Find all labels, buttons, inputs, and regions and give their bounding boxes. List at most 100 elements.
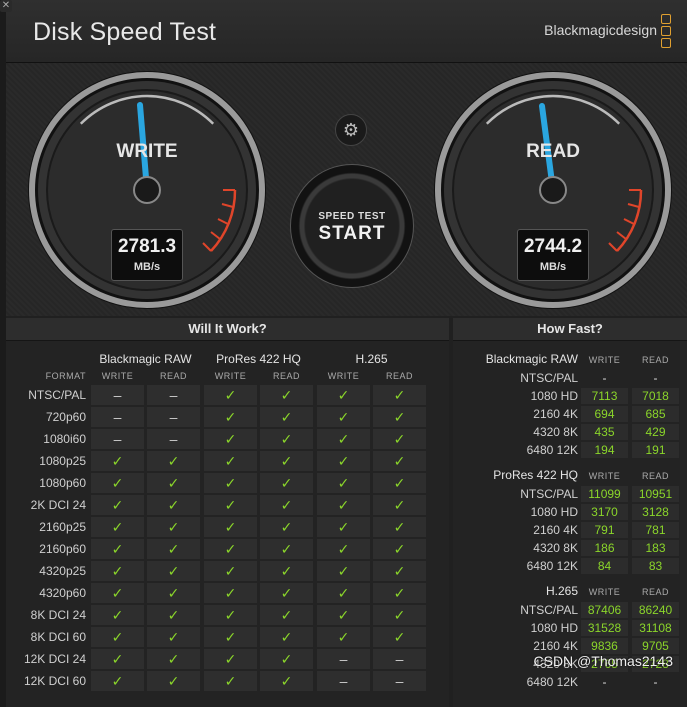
format-label: 2K DCI 24 (30, 498, 86, 512)
app-title: Disk Speed Test (33, 18, 217, 46)
how-fast-format-label: 6480 12K (526, 675, 578, 689)
how-fast-format-label: NTSC/PAL (520, 371, 578, 385)
check-icon: ✓ (91, 473, 144, 493)
check-icon: ✓ (204, 385, 257, 405)
dash-icon: – (91, 407, 144, 427)
how-fast-format-label: 6480 12K (526, 559, 578, 573)
fps-value: 3170 (581, 504, 628, 520)
check-icon: ✓ (317, 517, 370, 537)
write-unit: MB/s (133, 261, 161, 273)
fps-value: 186 (581, 540, 628, 556)
read-readout: 2744.2 MB/s (517, 229, 589, 281)
read-unit: MB/s (539, 261, 567, 273)
check-icon: ✓ (373, 385, 426, 405)
dash-icon: – (373, 649, 426, 669)
how-fast-format-label: 4320 8K (533, 541, 578, 555)
fps-value: 87406 (581, 602, 628, 618)
how-fast-col-label: READ (641, 587, 669, 597)
fps-value: 83 (632, 558, 679, 574)
format-label: 1080p60 (39, 476, 86, 490)
fps-value: 7018 (632, 388, 679, 404)
check-icon: ✓ (260, 451, 313, 471)
check-icon: ✓ (91, 605, 144, 625)
check-icon: ✓ (147, 473, 200, 493)
format-label: 12K DCI 60 (23, 674, 86, 688)
disk-speed-test-window: Disk Speed Test Blackmagicdesign WRITE 2… (6, 0, 687, 707)
how-fast-col-label: WRITE (588, 587, 621, 597)
check-icon: ✓ (204, 451, 257, 471)
check-icon: ✓ (204, 539, 257, 559)
how-fast-format-label: 6480 12K (526, 443, 578, 457)
check-icon: ✓ (147, 539, 200, 559)
check-icon: ✓ (317, 429, 370, 449)
dash-icon: - (602, 371, 607, 385)
format-label: 1080i60 (43, 432, 86, 446)
how-fast-panel: How Fast? Blackmagic RAW WRITE READ NTSC/PA… (453, 318, 687, 707)
dash-icon: – (373, 671, 426, 691)
how-fast-format-label: 4320 8K (533, 425, 578, 439)
check-icon: ✓ (317, 561, 370, 581)
check-icon: ✓ (147, 451, 200, 471)
check-icon: ✓ (373, 583, 426, 603)
fps-value: 435 (581, 424, 628, 440)
check-icon: ✓ (260, 627, 313, 647)
write-readout: 2781.3 MB/s (111, 229, 183, 281)
check-icon: ✓ (204, 583, 257, 603)
how-fast-format-label: 1080 HD (530, 505, 578, 519)
fps-value: 9836 (581, 638, 628, 654)
dash-icon: – (147, 407, 200, 427)
check-icon: ✓ (204, 627, 257, 647)
check-icon: ✓ (373, 495, 426, 515)
will-it-work-panel: Will It Work? Blackmagic RAW WRITE READ Pro… (6, 318, 449, 707)
how-fast-col-label: WRITE (588, 471, 621, 481)
check-icon: ✓ (317, 495, 370, 515)
how-fast-format-label: 1080 HD (530, 389, 578, 403)
dash-icon: – (317, 671, 370, 691)
dash-icon: – (317, 649, 370, 669)
check-icon: ✓ (91, 561, 144, 581)
check-icon: ✓ (91, 583, 144, 603)
check-icon: ✓ (91, 671, 144, 691)
check-icon: ✓ (204, 473, 257, 493)
how-fast-col-label: WRITE (588, 355, 621, 365)
check-icon: ✓ (317, 407, 370, 427)
check-icon: ✓ (317, 451, 370, 471)
check-icon: ✓ (91, 649, 144, 669)
read-gauge: READ 2744.2 MB/s (432, 69, 674, 311)
format-label: 12K DCI 24 (23, 652, 86, 666)
write-gauge: WRITE 2781.3 MB/s (26, 69, 268, 311)
start-button[interactable]: SPEED TEST START (290, 164, 414, 288)
will-group-header: H.265 (355, 352, 388, 366)
title-bar: Disk Speed Test Blackmagicdesign (6, 0, 687, 63)
check-icon: ✓ (260, 407, 313, 427)
check-icon: ✓ (260, 583, 313, 603)
close-icon[interactable]: ✕ (0, 0, 12, 12)
check-icon: ✓ (147, 605, 200, 625)
check-icon: ✓ (147, 671, 200, 691)
how-fast-format-label: 1080 HD (530, 621, 578, 635)
fps-value: 3128 (632, 504, 679, 520)
format-label: 4320p25 (39, 564, 86, 578)
format-label: 8K DCI 24 (30, 608, 86, 622)
will-group-header: ProRes 422 HQ (216, 352, 301, 366)
check-icon: ✓ (260, 473, 313, 493)
format-label: NTSC/PAL (28, 388, 86, 402)
fps-value: 31528 (581, 620, 628, 636)
check-icon: ✓ (147, 627, 200, 647)
check-icon: ✓ (204, 671, 257, 691)
check-icon: ✓ (147, 517, 200, 537)
gauge-panel: WRITE 2781.3 MB/s ⚙ SPEED TEST START REA… (6, 63, 687, 316)
check-icon: ✓ (373, 473, 426, 493)
check-icon: ✓ (260, 649, 313, 669)
will-col-label: WRITE (214, 371, 247, 381)
format-label: 4320p60 (39, 586, 86, 600)
how-fast-format-label: 2160 4K (533, 407, 578, 421)
will-col-label: READ (272, 371, 300, 381)
will-col-label: READ (159, 371, 187, 381)
dash-icon: – (147, 429, 200, 449)
settings-gear-icon[interactable]: ⚙ (335, 114, 367, 146)
check-icon: ✓ (204, 649, 257, 669)
fps-value: 7113 (581, 388, 628, 404)
check-icon: ✓ (204, 407, 257, 427)
format-label: 2160p25 (39, 520, 86, 534)
